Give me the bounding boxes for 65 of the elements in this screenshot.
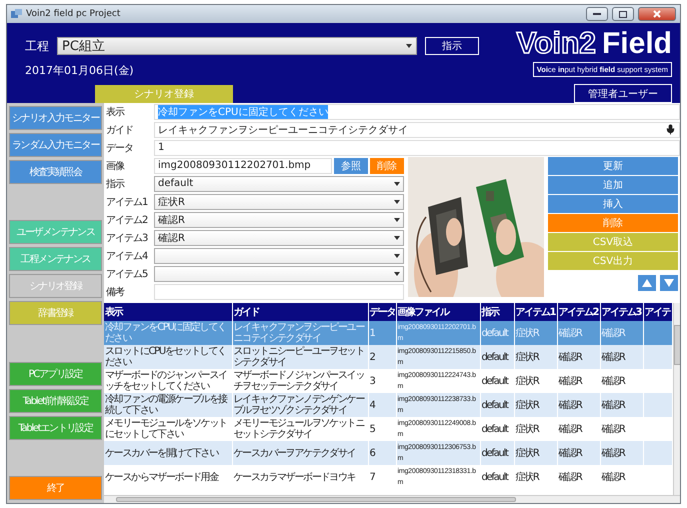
horizontal-scrollbar[interactable] — [104, 495, 680, 503]
field-label: アイテム3 — [105, 232, 148, 244]
field-label: アイテム4 — [105, 250, 149, 262]
window-title: Voin2 field pc Project — [26, 9, 122, 19]
logo-mark: Voin2 — [516, 29, 596, 59]
field-label: データ — [105, 142, 134, 154]
dropdown[interactable]: default — [154, 176, 404, 192]
field-label: 指示 — [105, 178, 126, 190]
dropdown[interactable]: 確認R — [154, 212, 404, 228]
field-label: アイテム2 — [105, 214, 148, 226]
table-cell: default — [480, 465, 514, 489]
process-label: 工程 — [25, 38, 49, 54]
column-header[interactable]: ガイド — [232, 303, 368, 321]
text-field[interactable]: 1 — [154, 140, 680, 156]
caret-icon — [394, 182, 400, 186]
instruct-button[interactable]: 指示 — [425, 37, 479, 55]
up-arrow-icon — [642, 279, 652, 287]
close-button[interactable] — [638, 7, 676, 21]
move-up-button[interactable] — [638, 275, 656, 291]
date-text: 2017年01月06日(金) — [25, 63, 134, 78]
field-label: 画像 — [105, 160, 126, 172]
app-icon — [11, 9, 22, 19]
table-cell: 7 — [368, 465, 396, 489]
maximize-icon — [619, 10, 627, 18]
table-cell: 症状R — [514, 465, 557, 489]
caret-icon — [406, 44, 412, 48]
dropdown[interactable]: 症状R — [154, 194, 404, 210]
dropdown[interactable] — [154, 248, 404, 264]
dropdown[interactable]: 確認R — [154, 230, 404, 246]
column-header[interactable]: 指示 — [480, 303, 514, 321]
column-header[interactable]: 表示 — [104, 303, 232, 321]
column-header[interactable]: アイテム2 — [557, 303, 600, 321]
caret-icon — [394, 272, 400, 276]
logo-word: Field — [602, 29, 672, 59]
minimize-button[interactable] — [586, 7, 608, 21]
table-cell: ケースカラマザーボードヨウキ — [232, 465, 368, 489]
field-label: 備考 — [105, 286, 126, 298]
table-cell: 確認R — [600, 465, 643, 489]
column-header[interactable]: 画像ファイル — [396, 303, 480, 321]
minimize-icon — [593, 12, 601, 16]
maximize-button[interactable] — [612, 7, 634, 21]
caret-icon — [394, 236, 400, 240]
caret-icon — [394, 254, 400, 258]
table-cell: ケースからマザーボード用金 — [104, 465, 232, 489]
close-icon — [653, 10, 661, 18]
user-button[interactable]: 管理者ユーザー — [574, 84, 672, 103]
note-field[interactable] — [154, 284, 404, 300]
field-label: ガイド — [105, 124, 134, 136]
column-header[interactable]: データ — [368, 303, 396, 321]
column-header[interactable]: アイテ — [643, 303, 672, 321]
field-label: アイテム5 — [105, 268, 148, 280]
table-cell: 確認R — [557, 465, 600, 489]
down-arrow-icon — [664, 279, 674, 287]
caret-icon — [394, 200, 400, 204]
caret-icon — [394, 218, 400, 222]
move-down-button[interactable] — [660, 275, 678, 291]
dropdown[interactable] — [154, 266, 404, 282]
column-header[interactable]: アイテム3 — [600, 303, 643, 321]
column-header[interactable]: アイテム1 — [514, 303, 557, 321]
image-field[interactable]: img20080930112202701.bmp — [154, 158, 332, 174]
field-label: アイテム1 — [105, 196, 148, 208]
field-label: 表示 — [105, 106, 126, 118]
microphone-icon[interactable] — [665, 124, 676, 135]
text-field[interactable]: レイキャクファンヲシーピーユーニコテイシテクダサイ — [154, 122, 680, 138]
process-dropdown[interactable]: PC組立 — [57, 37, 417, 55]
